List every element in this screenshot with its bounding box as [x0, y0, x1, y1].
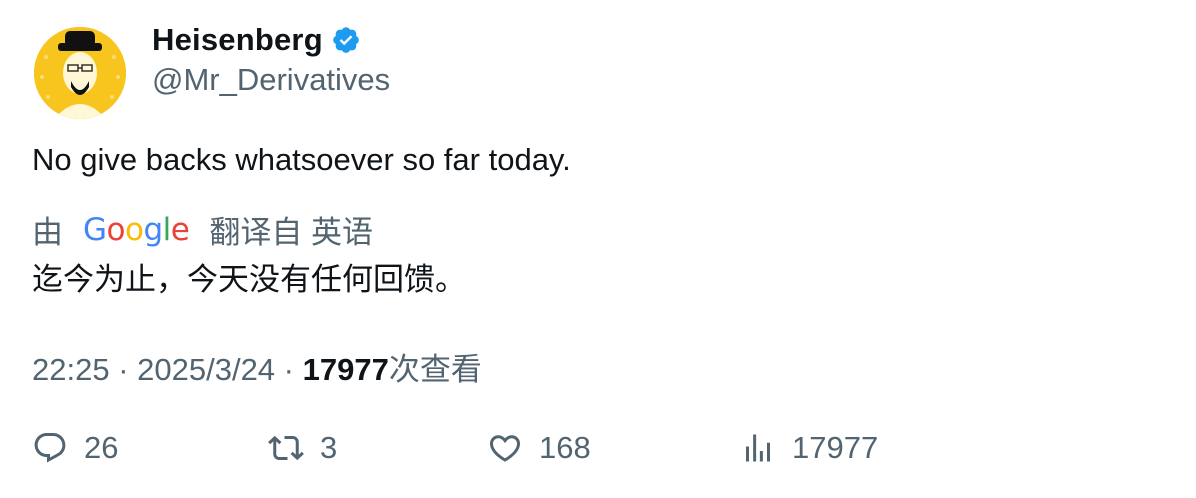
retweet-icon [268, 435, 304, 461]
views-chart-icon [746, 434, 770, 462]
google-logo-letter: e [170, 211, 190, 248]
tweet-date[interactable]: 2025/3/24 [137, 352, 275, 388]
reply-count: 26 [84, 430, 119, 465]
retweet-count: 3 [320, 430, 338, 465]
retweet-button[interactable]: 3 [268, 430, 337, 466]
views-count: 17977 [302, 352, 389, 387]
tweet-text: No give backs whatsoever so far today. [32, 142, 571, 177]
translated-from-label: 翻译自 英语 [209, 215, 373, 250]
avatar-image [34, 27, 126, 119]
author-name-row[interactable]: Heisenberg [152, 22, 361, 58]
author-handle[interactable]: @Mr_Derivatives [152, 62, 390, 98]
meta-separator: · [109, 352, 138, 387]
display-name[interactable]: Heisenberg [152, 22, 323, 58]
translation-attribution: 由 Google 翻译自 英语 [32, 207, 373, 252]
like-count: 168 [539, 430, 591, 465]
google-logo[interactable]: Google [83, 211, 190, 248]
avatar[interactable] [34, 27, 126, 119]
views-label: 次查看 [388, 352, 482, 387]
heart-icon [489, 435, 521, 462]
reply-icon [34, 433, 66, 463]
action-bar: 26 3 168 17977 [32, 430, 1172, 474]
tweet-meta: 22:25 · 2025/3/24 · 17977 次查看 [32, 344, 482, 389]
google-logo-letter: o [125, 211, 144, 248]
meta-separator: · [275, 352, 303, 387]
google-logo-letter: l [162, 211, 172, 248]
google-logo-letter: G [83, 211, 107, 248]
tweet-time[interactable]: 22:25 [32, 352, 110, 388]
views-button[interactable]: 17977 [740, 430, 878, 466]
translated-text: 迄今为止，今天没有任何回馈。 [32, 262, 466, 297]
verified-badge-icon[interactable] [331, 25, 361, 55]
translated-by-label: 由 [32, 215, 63, 250]
views-count-action: 17977 [792, 430, 879, 465]
google-logo-letter: g [143, 211, 163, 248]
google-logo-letter: o [106, 211, 126, 248]
like-button[interactable]: 168 [487, 430, 591, 466]
reply-button[interactable]: 26 [32, 430, 118, 466]
